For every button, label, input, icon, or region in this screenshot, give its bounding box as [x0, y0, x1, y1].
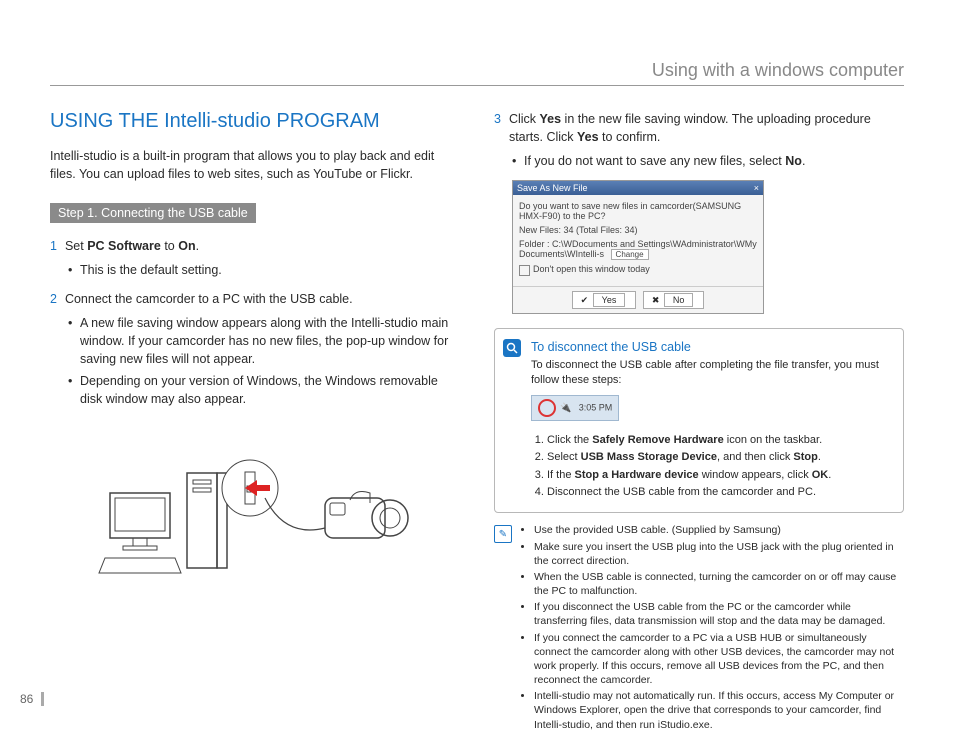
dialog-question: Do you want to save new files in camcord… [519, 201, 757, 221]
note-1: Use the provided USB cable. (Supplied by… [534, 523, 904, 537]
magnifier-icon [503, 339, 521, 357]
step-heading: Step 1. Connecting the USB cable [50, 203, 256, 223]
dialog-no-button: ✖ No [643, 291, 705, 309]
dialog-title: Save As New File [517, 183, 588, 193]
dialog-dont-show: Don't open this window today [519, 264, 757, 275]
disconnect-step-1: Click the Safely Remove Hardware icon on… [547, 433, 893, 448]
note-2: Make sure you insert the USB plug into t… [534, 540, 904, 568]
disconnect-info-box: To disconnect the USB cable To disconnec… [494, 328, 904, 514]
section-title: USING THE Intelli-studio PROGRAM [50, 110, 460, 133]
disconnect-intro: To disconnect the USB cable after comple… [531, 358, 893, 389]
step-number-3: 3 [494, 110, 501, 146]
dialog-folder: Folder : C:\WDocuments and Settings\WAdm… [519, 239, 757, 260]
step-number-1: 1 [50, 237, 57, 255]
pencil-icon: ✎ [494, 525, 512, 543]
left-column: USING THE Intelli-studio PROGRAM Intelli… [50, 110, 460, 734]
close-icon: × [754, 183, 759, 193]
note-3: When the USB cable is connected, turning… [534, 570, 904, 598]
disconnect-step-4: Disconnect the USB cable from the camcor… [547, 485, 893, 500]
save-dialog-mock: Save As New File × Do you want to save n… [512, 180, 764, 313]
notes-box: ✎ Use the provided USB cable. (Supplied … [494, 523, 904, 733]
note-4: If you disconnect the USB cable from the… [534, 600, 904, 628]
step-3-sub: If you do not want to save any new files… [512, 152, 904, 170]
disconnect-title: To disconnect the USB cable [531, 339, 893, 357]
taskbar-mock: 🔌 3:05 PM [531, 395, 619, 421]
step-3-text: Click Yes in the new file saving window.… [509, 110, 904, 146]
dialog-yes-button: ✔ Yes [572, 291, 637, 309]
note-6: Intelli-studio may not automatically run… [534, 689, 904, 732]
disconnect-step-3: If the Stop a Hardware device window app… [547, 468, 893, 483]
step-number-2: 2 [50, 290, 57, 308]
change-button: Change [611, 249, 649, 260]
intro-text: Intelli-studio is a built-in program tha… [50, 147, 460, 183]
step-2-sub-2: Depending on your version of Windows, th… [68, 372, 460, 408]
right-column: 3 Click Yes in the new file saving windo… [494, 110, 904, 734]
note-5: If you connect the camcorder to a PC via… [534, 631, 904, 688]
disconnect-step-2: Select USB Mass Storage Device, and then… [547, 450, 893, 465]
connection-diagram [50, 418, 460, 593]
dialog-filecount: New Files: 34 (Total Files: 34) [519, 225, 757, 235]
step-2-text: Connect the camcorder to a PC with the U… [65, 290, 460, 308]
page-header: Using with a windows computer [652, 60, 904, 80]
step-2-sub-1: A new file saving window appears along w… [68, 314, 460, 368]
page-number: 86 [20, 692, 44, 706]
step-1-text: Set PC Software to On. [65, 237, 460, 255]
step-1-sub: This is the default setting. [68, 261, 460, 279]
